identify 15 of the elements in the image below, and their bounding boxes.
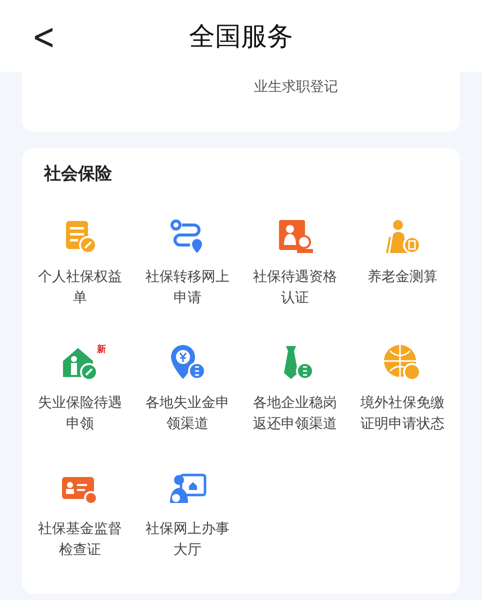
page-title: 全国服务 — [189, 20, 293, 54]
service-item[interactable]: 各地失业金申领渠道 — [134, 343, 241, 457]
back-button[interactable]: < — [26, 15, 62, 58]
new-label: 新 — [96, 343, 106, 356]
service-item[interactable]: 社保基金监督检查证 — [26, 469, 134, 583]
service-item[interactable]: 社保待遇资格认证 — [241, 217, 348, 331]
section-title: 社会保险 — [44, 163, 113, 185]
service-item[interactable]: 社保网上办事大厅 — [134, 469, 241, 583]
service-item[interactable]: 各地企业稳岗返还申领渠道 — [241, 343, 348, 457]
service-item[interactable]: 社保转移网上申请 — [134, 217, 241, 331]
service-item[interactable]: 个人社保权益单 — [26, 217, 134, 331]
service-item[interactable]: 新 失业保险待遇申领 — [26, 343, 134, 457]
service-item[interactable]: 境外社保免缴证明申请状态 — [348, 343, 456, 457]
service-label[interactable]: 业生求职登记 — [254, 78, 338, 132]
service-item[interactable]: 养老金测算 — [348, 217, 456, 331]
